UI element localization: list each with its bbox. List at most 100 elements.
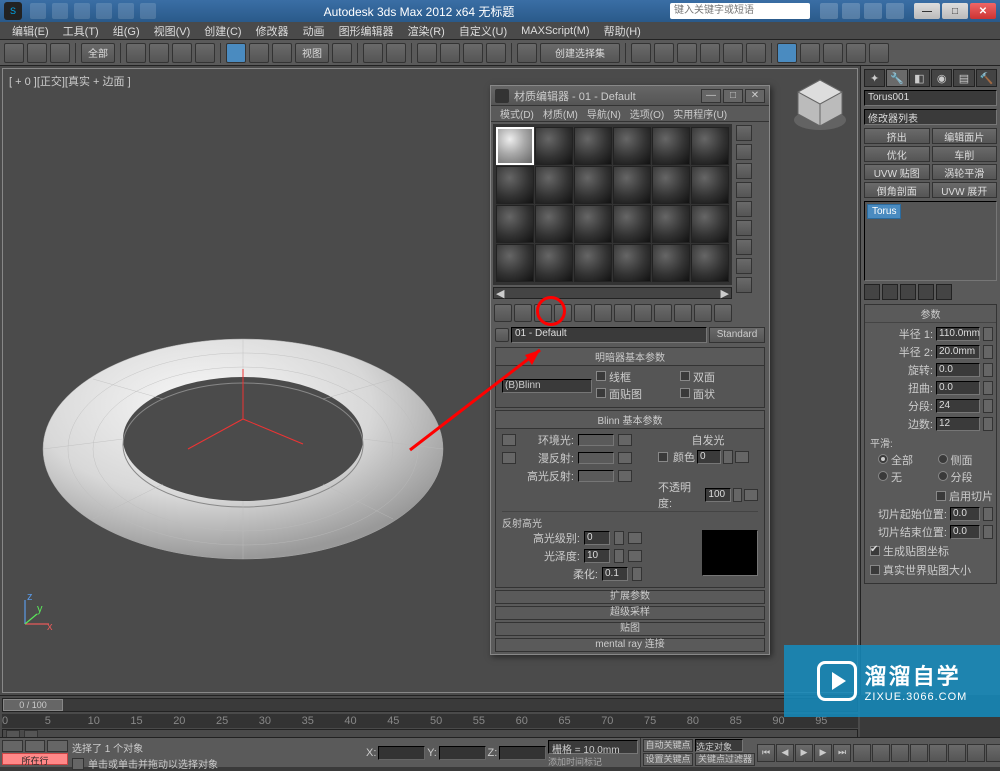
- teapot-icon[interactable]: [869, 43, 889, 63]
- show-result-icon[interactable]: [882, 284, 898, 300]
- gen-uv-checkbox[interactable]: [870, 546, 880, 556]
- torus-object[interactable]: [33, 309, 453, 569]
- mat-menu-modes[interactable]: 模式(D): [497, 106, 537, 121]
- time-slider-knob[interactable]: 0 / 100: [3, 699, 63, 711]
- mat-menu-utilities[interactable]: 实用程序(U): [670, 106, 730, 121]
- next-frame-icon[interactable]: ▶: [814, 744, 832, 762]
- make-unique-icon[interactable]: [594, 304, 612, 322]
- menu-customize[interactable]: 自定义(U): [453, 22, 513, 40]
- spec-level-map-button[interactable]: [628, 532, 642, 544]
- material-type-button[interactable]: Standard: [709, 327, 765, 343]
- rollout-header[interactable]: 参数: [865, 305, 996, 323]
- curve-editor-icon[interactable]: [723, 43, 743, 63]
- key-filter-button[interactable]: 关键点过滤器: [695, 753, 755, 766]
- mini-listener[interactable]: 所在行: [2, 753, 68, 765]
- assign-to-selection-icon[interactable]: [534, 304, 552, 322]
- reset-map-icon[interactable]: [554, 304, 572, 322]
- sample-slot[interactable]: [496, 166, 534, 204]
- goto-end-icon[interactable]: ⏭: [833, 744, 851, 762]
- selfillum-map-button[interactable]: [735, 451, 749, 463]
- utilities-tab[interactable]: 🔨: [976, 69, 997, 87]
- help-btn[interactable]: [842, 3, 860, 19]
- go-sibling-icon[interactable]: [714, 304, 732, 322]
- sample-slot[interactable]: [613, 127, 651, 165]
- sample-slot[interactable]: [652, 166, 690, 204]
- max-toggle-icon[interactable]: [929, 744, 947, 762]
- maps-rollout[interactable]: 贴图: [495, 622, 765, 636]
- z-input[interactable]: [499, 746, 546, 760]
- sample-slot[interactable]: [496, 127, 534, 165]
- minimize-button[interactable]: —: [914, 3, 940, 19]
- menu-group[interactable]: 组(G): [107, 22, 146, 40]
- mod-btn-optimize[interactable]: 优化: [864, 146, 930, 162]
- zoom-icon[interactable]: [872, 744, 890, 762]
- object-name-input[interactable]: Torus001: [864, 90, 997, 106]
- menu-views[interactable]: 视图(V): [148, 22, 197, 40]
- pick-material-icon[interactable]: [495, 328, 509, 342]
- configure-icon[interactable]: [936, 284, 952, 300]
- sample-slot[interactable]: [574, 166, 612, 204]
- smooth-none-radio[interactable]: [878, 471, 888, 481]
- menu-graph-editors[interactable]: 图形编辑器: [333, 22, 400, 40]
- background-icon[interactable]: [736, 163, 752, 179]
- viewcube[interactable]: [790, 74, 850, 134]
- ambient-map-button[interactable]: [618, 434, 632, 446]
- diffuse-map-button[interactable]: [618, 452, 632, 464]
- help-search-input[interactable]: 键入关键字或短语: [670, 3, 810, 19]
- opacity-spinner[interactable]: 100: [705, 488, 730, 502]
- time-slider[interactable]: 0 / 100: [2, 698, 858, 712]
- material-editor-icon[interactable]: [777, 43, 797, 63]
- modify-tab[interactable]: 🔧: [886, 69, 907, 87]
- shader-dropdown[interactable]: (B)Blinn: [502, 379, 592, 393]
- qat-btn[interactable]: [30, 3, 46, 19]
- remove-mod-icon[interactable]: [918, 284, 934, 300]
- mentalray-rollout[interactable]: mental ray 连接: [495, 638, 765, 652]
- make-unique-icon[interactable]: [900, 284, 916, 300]
- key-target-dropdown[interactable]: 选定对象: [695, 739, 743, 752]
- viewport-label[interactable]: [ + 0 ][正交][真实 + 边面 ]: [9, 73, 131, 89]
- schematic-icon[interactable]: [746, 43, 766, 63]
- selection-filter-dropdown[interactable]: 全部: [81, 43, 115, 63]
- mod-btn-lathe[interactable]: 车削: [932, 146, 998, 162]
- close-button[interactable]: ✕: [970, 3, 996, 19]
- go-parent-icon[interactable]: [694, 304, 712, 322]
- mat-minimize-button[interactable]: —: [701, 89, 721, 103]
- link-icon[interactable]: [4, 43, 24, 63]
- smooth-sides-radio[interactable]: [938, 454, 948, 464]
- set-key-button[interactable]: 设置关键点: [643, 753, 693, 766]
- material-editor-dialog[interactable]: 材质编辑器 - 01 - Default — □ ✕ 模式(D) 材质(M) 导…: [490, 85, 770, 655]
- named-sel-icon[interactable]: [517, 43, 537, 63]
- x-input[interactable]: [378, 746, 425, 760]
- sample-slot[interactable]: [535, 244, 573, 282]
- sample-slot[interactable]: [691, 127, 729, 165]
- mod-btn-unwrap[interactable]: UVW 展开: [932, 182, 998, 198]
- material-name-input[interactable]: 01 - Default: [511, 327, 707, 343]
- qat-btn[interactable]: [140, 3, 156, 19]
- mat-maximize-button[interactable]: □: [723, 89, 743, 103]
- fov-icon[interactable]: [948, 744, 966, 762]
- faceted-checkbox[interactable]: [680, 388, 690, 398]
- motion-tab[interactable]: ◉: [931, 69, 952, 87]
- lock-icon[interactable]: [72, 758, 84, 770]
- snap-icon[interactable]: [417, 43, 437, 63]
- select-by-mat-icon[interactable]: [736, 258, 752, 274]
- wire-checkbox[interactable]: [596, 371, 606, 381]
- diffuse-lock-icon[interactable]: [502, 452, 516, 464]
- menu-animation[interactable]: 动画: [297, 22, 331, 40]
- rotation-spinner[interactable]: 0.0: [936, 363, 980, 377]
- app-logo[interactable]: S: [4, 2, 22, 20]
- modifier-list-dropdown[interactable]: 修改器列表: [864, 109, 997, 125]
- ambient-lock-icon[interactable]: [502, 434, 516, 446]
- help-btn[interactable]: [886, 3, 904, 19]
- spec-level-spinner[interactable]: 0: [584, 531, 610, 545]
- qat-btn[interactable]: [118, 3, 134, 19]
- help-btn[interactable]: [864, 3, 882, 19]
- sample-scrollbar[interactable]: ◀▶: [493, 287, 732, 299]
- bind-icon[interactable]: [50, 43, 70, 63]
- time-tag-button[interactable]: 添加时间标记: [548, 755, 638, 768]
- sample-type-icon[interactable]: [736, 125, 752, 141]
- opacity-map-button[interactable]: [744, 489, 758, 501]
- window-crossing-icon[interactable]: [195, 43, 215, 63]
- maximize-button[interactable]: □: [942, 3, 968, 19]
- render-icon[interactable]: [846, 43, 866, 63]
